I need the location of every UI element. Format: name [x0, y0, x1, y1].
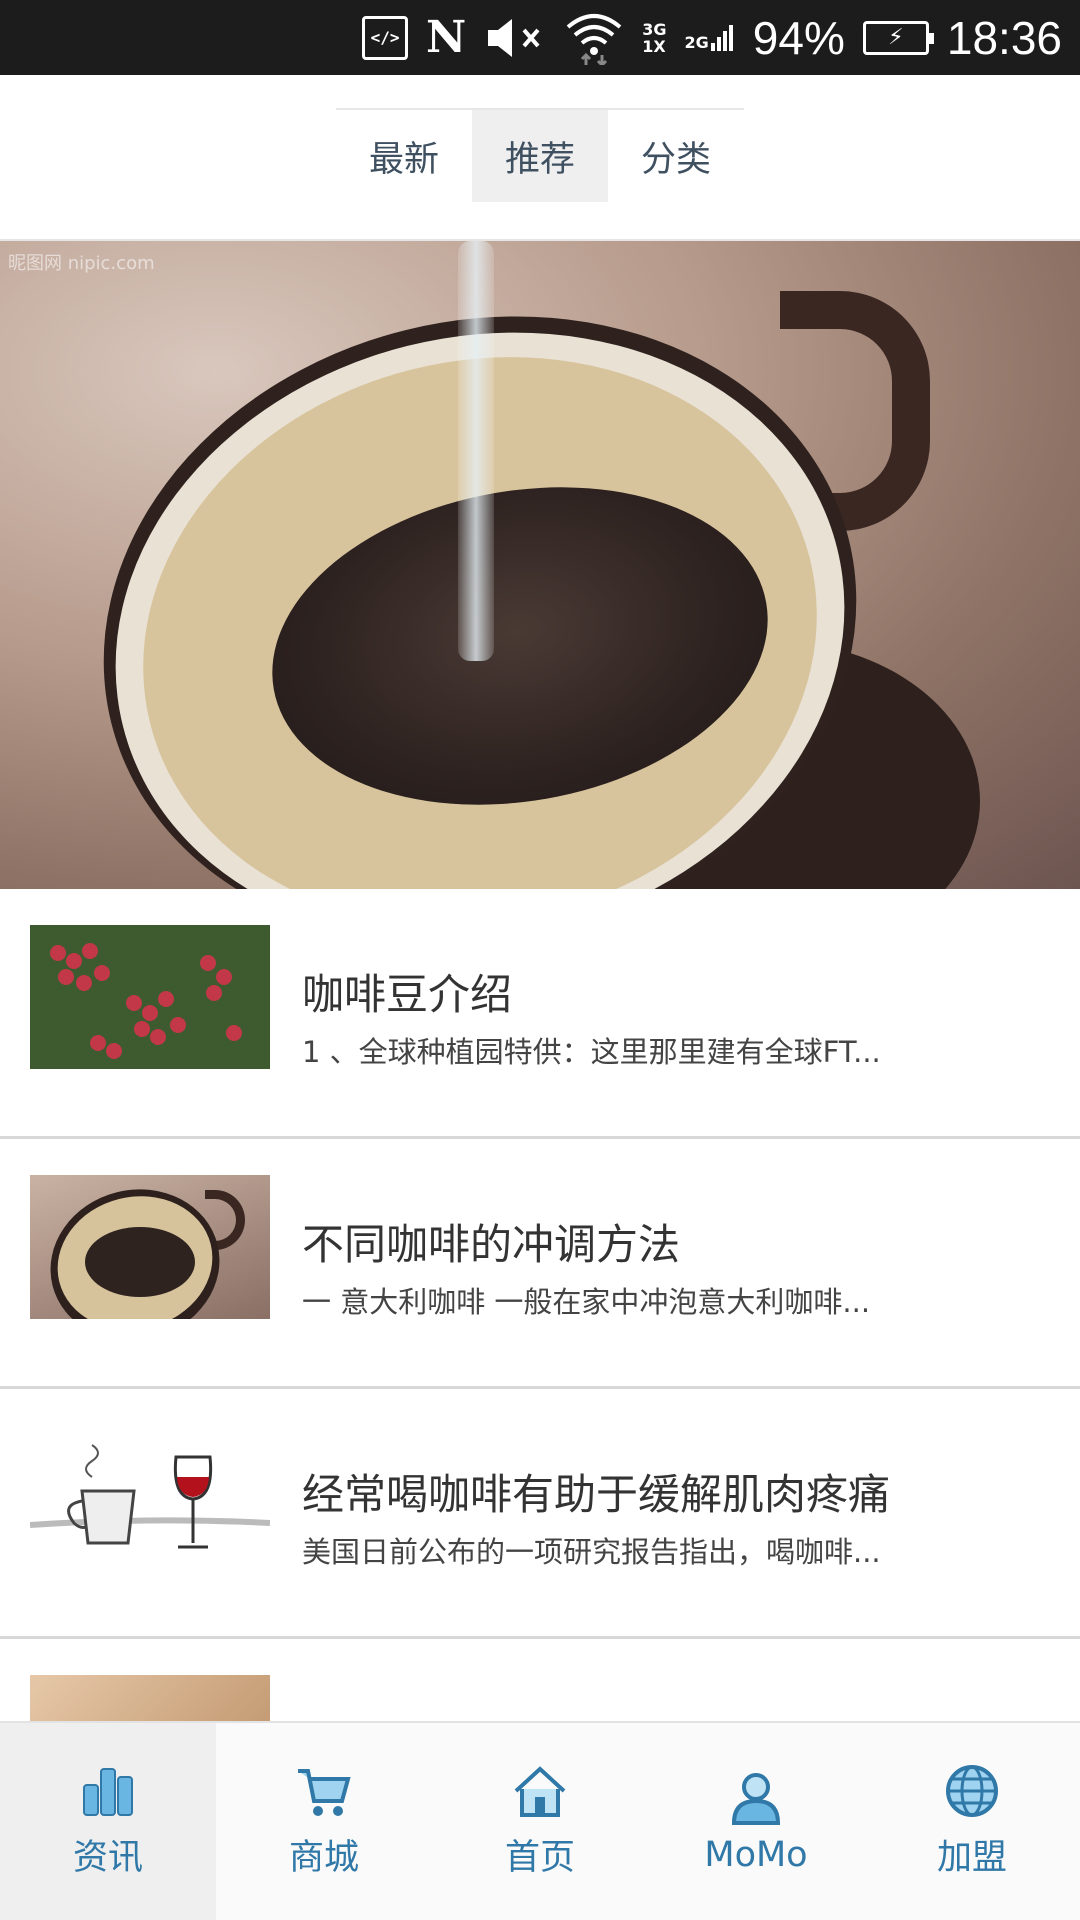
tab-recommended[interactable]: 推荐: [472, 110, 608, 202]
tab-latest[interactable]: 最新: [336, 110, 472, 202]
clock: 18:36: [946, 11, 1062, 64]
globe-icon: [946, 1765, 998, 1817]
nav-news[interactable]: 资讯: [0, 1723, 216, 1920]
user-icon: [731, 1772, 781, 1825]
network-1x-label: 1X: [642, 36, 666, 56]
chart-bars-icon: [83, 1768, 133, 1816]
nav-mall[interactable]: 商城: [216, 1723, 432, 1920]
article-title: 经常喝咖啡有助于缓解肌肉疼痛: [302, 1470, 891, 1519]
article-thumbnail-cup-and-wine-sketch: [30, 1425, 270, 1569]
battery-percent: 94%: [752, 11, 845, 64]
list-item[interactable]: 咖啡豆介绍 1 、全球种植园特供：这里那里建有全球FT...: [0, 889, 1080, 1139]
article-summary: 美国日前公布的一项研究报告指出，喝咖啡...: [302, 1535, 881, 1569]
article-title: 不同咖啡的冲调方法: [302, 1220, 681, 1269]
home-icon: [514, 1766, 566, 1817]
tab-categories[interactable]: 分类: [608, 110, 744, 202]
bottom-navigation: 资讯 商城 首页 MoMo 加盟: [0, 1721, 1080, 1920]
network-2g-indicator: 2G: [684, 24, 735, 52]
article-thumbnail-pour-over: [30, 1175, 270, 1319]
network-2g-label: 2G: [684, 32, 709, 52]
nav-mall-label: 商城: [288, 1838, 359, 1878]
battery-charging-icon: ⚡: [862, 20, 934, 55]
nav-momo[interactable]: MoMo: [648, 1723, 864, 1920]
list-item[interactable]: 不同咖啡的冲调方法 一 意大利咖啡 一般在家中冲泡意大利咖啡...: [0, 1139, 1080, 1389]
segmented-tabs: 最新 推荐 分类: [336, 108, 744, 202]
water-stream-shape: [458, 241, 494, 661]
banner-watermark: 昵图网 nipic.com: [8, 253, 155, 274]
signal-bars-icon: [710, 24, 733, 51]
nav-home[interactable]: 首页: [432, 1723, 648, 1920]
banner-image[interactable]: 昵图网 nipic.com: [0, 241, 1080, 889]
shopping-cart-icon: [298, 1769, 351, 1816]
network-3g-label: 3G: [642, 19, 667, 39]
article-summary: 1 、全球种植园特供：这里那里建有全球FT...: [302, 1035, 881, 1069]
article-summary: 一 意大利咖啡 一般在家中冲泡意大利咖啡...: [302, 1285, 871, 1319]
developer-mode-icon: </>: [362, 15, 409, 60]
status-bar: </> N 3G 1X 2G 94% ⚡ 18:36: [0, 0, 1080, 75]
wifi-icon: [566, 13, 622, 65]
nav-join[interactable]: 加盟: [864, 1723, 1080, 1920]
mute-icon: [488, 18, 540, 57]
article-thumbnail-coffee-beans: [30, 925, 270, 1069]
nfc-icon: N: [426, 11, 467, 63]
top-tab-bar: 最新 推荐 分类: [0, 75, 1080, 241]
nav-join-label: 加盟: [936, 1838, 1007, 1878]
nav-home-label: 首页: [504, 1838, 575, 1878]
article-title: 咖啡豆介绍: [302, 970, 513, 1019]
status-icons: </> N 3G 1X 2G 94% ⚡ 18:36: [362, 0, 1062, 75]
list-item[interactable]: 经常喝咖啡有助于缓解肌肉疼痛 美国日前公布的一项研究报告指出，喝咖啡...: [0, 1389, 1080, 1639]
nav-momo-label: MoMo: [704, 1834, 808, 1875]
dual-network-indicator: 3G 1X: [642, 21, 666, 55]
nav-news-label: 资讯: [72, 1838, 143, 1878]
